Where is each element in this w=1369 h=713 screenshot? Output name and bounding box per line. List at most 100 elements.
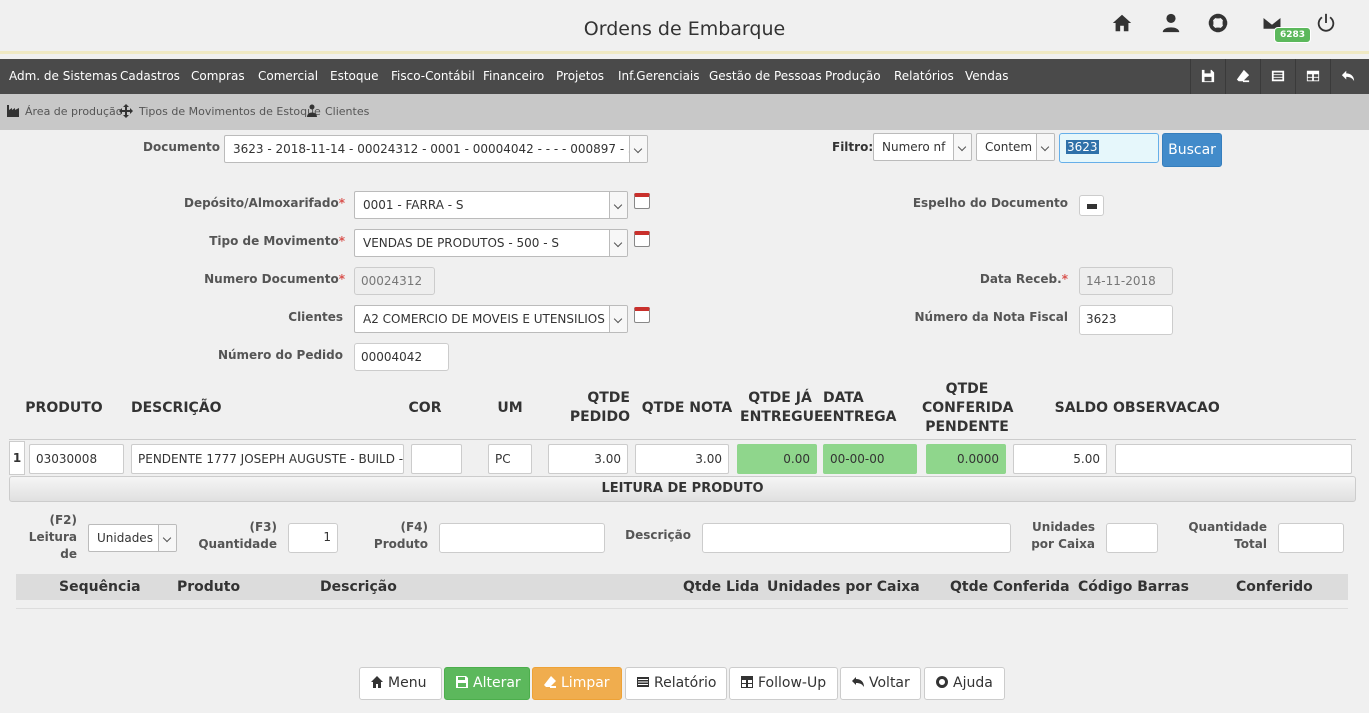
row-qtde-entregue-input[interactable]: 0.00: [737, 444, 817, 474]
save-icon: [455, 670, 469, 688]
menu-comercial[interactable]: Comercial: [258, 59, 318, 94]
ajuda-button[interactable]: Ajuda: [924, 667, 1005, 700]
quantidade-input[interactable]: 1: [288, 523, 338, 553]
menu-relatorios[interactable]: Relatórios: [894, 59, 954, 94]
shortcut-tipos-movimentos[interactable]: Tipos de Movimentos de Estoque: [139, 105, 321, 118]
grid-col-conferido: Conferido: [1236, 579, 1313, 595]
lifebuoy-icon: [935, 670, 949, 688]
relatorio-button[interactable]: Relatório: [625, 667, 727, 700]
quantidade-total-label: Quantidade Total: [1188, 520, 1267, 551]
eraser-icon[interactable]: [1232, 65, 1254, 87]
col-saldo: SALDO: [1054, 400, 1108, 416]
home-icon[interactable]: [1111, 12, 1135, 36]
alterar-button[interactable]: Alterar: [444, 667, 530, 700]
filter-field-select[interactable]: Numero nf: [873, 133, 972, 161]
menu-separator: [1260, 59, 1261, 94]
unidades-por-caixa-input[interactable]: [1106, 523, 1158, 553]
filter-field-value: Numero nf: [882, 140, 946, 154]
row-data-entrega-input[interactable]: 00-00-00: [823, 444, 917, 474]
numero-pedido-input[interactable]: 00004042: [354, 343, 449, 371]
grid-col-codigo-barras: Código Barras: [1078, 579, 1189, 595]
grid-divider: [16, 608, 1348, 609]
mail-count-badge: 6283: [1274, 27, 1312, 43]
table-divider: [9, 439, 1356, 440]
row-qtde-pedido-input[interactable]: 3.00: [548, 444, 628, 474]
menu-financeiro[interactable]: Financeiro: [483, 59, 544, 94]
row-observacao-input[interactable]: [1115, 444, 1352, 474]
row-cor-input[interactable]: [411, 444, 462, 474]
produto-leitura-input[interactable]: [439, 523, 605, 553]
grid-col-qtde-conferida: Qtde Conferida: [950, 579, 1070, 595]
power-icon[interactable]: [1315, 12, 1339, 36]
row-saldo-input[interactable]: 5.00: [1013, 444, 1107, 474]
document-select[interactable]: 3623 - 2018-11-14 - 00024312 - 0001 - 00…: [224, 135, 648, 163]
clientes-select[interactable]: A2 COMERCIO DE MOVEIS E UTENSILIOS DO: [354, 305, 628, 333]
filter-search-input[interactable]: 3623: [1059, 133, 1159, 163]
clientes-value: A2 COMERCIO DE MOVEIS E UTENSILIOS DO: [363, 312, 628, 326]
quantidade-total-input[interactable]: [1278, 523, 1344, 553]
calendar-icon[interactable]: [634, 193, 650, 209]
nota-fiscal-input[interactable]: 3623: [1079, 305, 1173, 335]
row-descricao-input[interactable]: PENDENTE 1777 JOSEPH AUGUSTE - BUILD - A…: [131, 444, 404, 474]
print-icon: [1087, 204, 1097, 209]
row-qtde-conferida-input[interactable]: 0.0000: [926, 444, 1006, 474]
espelho-documento-button[interactable]: [1079, 195, 1104, 216]
menu-inf-gerenciais[interactable]: Inf.Gerenciais: [618, 59, 700, 94]
leitura-tipo-select[interactable]: Unidades: [88, 524, 177, 552]
leitura-produto-header[interactable]: LEITURA DE PRODUTO: [9, 476, 1356, 502]
f2-leitura-label: (F2) Leitura de: [28, 513, 77, 561]
col-produto: PRODUTO: [25, 400, 103, 416]
row-number: 1: [9, 441, 25, 475]
espelho-documento-label: Espelho do Documento: [912, 196, 1068, 210]
document-select-value: 3623 - 2018-11-14 - 00024312 - 0001 - 00…: [233, 142, 648, 156]
data-receb-label: Data Receb.*: [979, 272, 1068, 286]
deposito-select[interactable]: 0001 - FARRA - S: [354, 191, 628, 219]
calendar-icon[interactable]: [634, 307, 650, 323]
user-icon[interactable]: [1160, 12, 1184, 36]
descricao-leitura-label: Descrição: [625, 528, 691, 542]
top-header: Ordens de Embarque 6283: [0, 0, 1369, 54]
row-um-input[interactable]: PC: [488, 444, 532, 474]
tipo-movimento-select[interactable]: VENDAS DE PRODUTOS - 500 - S: [354, 229, 628, 257]
limpar-button[interactable]: Limpar: [532, 667, 622, 700]
numero-documento-input[interactable]: 00024312: [354, 267, 435, 295]
row-produto-input[interactable]: 03030008: [29, 444, 124, 474]
follow-up-button[interactable]: Follow-Up: [729, 667, 838, 700]
voltar-button[interactable]: Voltar: [840, 667, 921, 700]
deposito-label: Depósito/Almoxarifado*: [183, 196, 345, 210]
menu-producao[interactable]: Produção: [825, 59, 881, 94]
menu-estoque[interactable]: Estoque: [330, 59, 379, 94]
filter-operator-select[interactable]: Contem: [976, 133, 1055, 161]
shortcut-area-producao[interactable]: Área de produção: [25, 105, 123, 118]
col-qtde-pedido: QTDE PEDIDO: [569, 390, 630, 425]
list-icon[interactable]: [1267, 65, 1289, 87]
lifebuoy-icon[interactable]: [1207, 12, 1231, 36]
save-icon[interactable]: [1197, 65, 1219, 87]
grid-col-descricao: Descrição: [320, 579, 397, 595]
eraser-icon: [543, 670, 557, 688]
calendar-icon[interactable]: [634, 231, 650, 247]
search-button[interactable]: Buscar: [1162, 133, 1222, 167]
col-qtde-conferida-pendente: QTDE CONFERIDA PENDENTE: [922, 381, 1014, 435]
row-qtde-nota-input[interactable]: 3.00: [635, 444, 729, 474]
shortcut-clientes[interactable]: Clientes: [325, 105, 369, 118]
col-observacao: OBSERVACAO: [1113, 400, 1220, 416]
col-descricao: DESCRIÇÃO: [131, 400, 222, 416]
menu-vendas[interactable]: Vendas: [965, 59, 1009, 94]
leitura-tipo-value: Unidades: [97, 531, 153, 545]
menu-compras[interactable]: Compras: [191, 59, 245, 94]
col-cor: COR: [408, 400, 442, 416]
menu-adm-sistemas[interactable]: Adm. de Sistemas: [9, 59, 117, 94]
menu-gestao-pessoas[interactable]: Gestão de Pessoas: [709, 59, 822, 94]
back-icon[interactable]: [1337, 65, 1359, 87]
menu-projetos[interactable]: Projetos: [556, 59, 604, 94]
data-receb-input[interactable]: 14-11-2018: [1079, 267, 1173, 295]
menu-button[interactable]: Menu: [359, 667, 442, 700]
menu-cadastros[interactable]: Cadastros: [120, 59, 180, 94]
menu-fisco-contabil[interactable]: Fisco-Contábil: [391, 59, 475, 94]
col-um: UM: [497, 400, 523, 416]
table-icon[interactable]: [1302, 65, 1324, 87]
tipo-movimento-value: VENDAS DE PRODUTOS - 500 - S: [363, 236, 559, 250]
descricao-leitura-input[interactable]: [702, 523, 1011, 553]
col-data-entrega: DATA ENTREGA: [823, 390, 897, 425]
